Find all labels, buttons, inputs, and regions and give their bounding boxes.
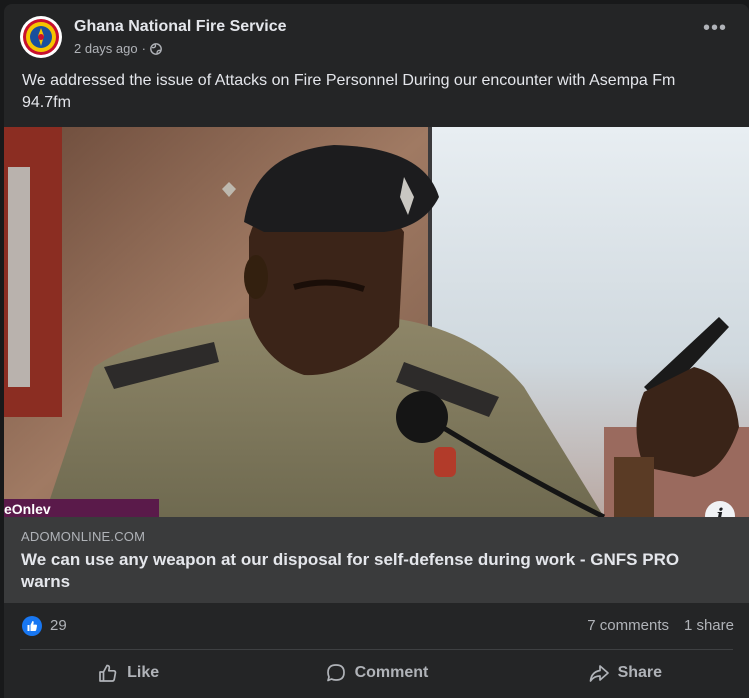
page-name[interactable]: Ghana National Fire Service bbox=[74, 18, 287, 36]
link-domain: ADOMONLINE.COM bbox=[21, 529, 146, 544]
globe-icon[interactable] bbox=[150, 42, 162, 55]
photo-watermark-text: eOnlev bbox=[4, 501, 51, 517]
comment-icon bbox=[326, 664, 345, 682]
post-stats: 29 7 comments 1 share bbox=[4, 603, 749, 647]
comment-label: Comment bbox=[354, 664, 429, 681]
link-title[interactable]: We can use any weapon at our disposal fo… bbox=[21, 549, 731, 593]
post-time[interactable]: 2 days ago bbox=[74, 41, 138, 56]
post-card: Ghana National Fire Service 2 days ago ·… bbox=[4, 4, 749, 698]
more-options-icon[interactable]: ••• bbox=[701, 18, 729, 42]
comments-count[interactable]: 7 comments bbox=[587, 617, 669, 634]
comment-button[interactable]: Comment bbox=[252, 651, 500, 695]
officer-photo-illustration: eOnlev bbox=[4, 127, 749, 517]
gnfs-logo-icon bbox=[21, 17, 61, 57]
post-actions: Like Comment Share bbox=[4, 651, 749, 695]
meta-separator: · bbox=[141, 41, 146, 56]
like-reaction-icon[interactable] bbox=[22, 616, 42, 636]
post-text: We addressed the issue of Attacks on Fir… bbox=[22, 72, 676, 111]
shares-count[interactable]: 1 share bbox=[684, 617, 734, 634]
thumbs-up-icon bbox=[99, 664, 117, 682]
link-preview[interactable]: ADOMONLINE.COM We can use any weapon at … bbox=[4, 517, 749, 603]
page-avatar[interactable] bbox=[20, 16, 62, 58]
like-button[interactable]: Like bbox=[4, 651, 252, 695]
like-count[interactable]: 29 bbox=[50, 617, 67, 634]
like-label: Like bbox=[127, 664, 160, 681]
share-label: Share bbox=[617, 664, 663, 681]
actions-divider bbox=[20, 649, 733, 650]
post-meta: 2 days ago · bbox=[74, 41, 162, 56]
post-header: Ghana National Fire Service 2 days ago ·… bbox=[4, 4, 749, 68]
post-photo[interactable]: eOnlev bbox=[4, 127, 749, 517]
share-icon bbox=[589, 665, 609, 682]
share-button[interactable]: Share bbox=[501, 651, 749, 695]
